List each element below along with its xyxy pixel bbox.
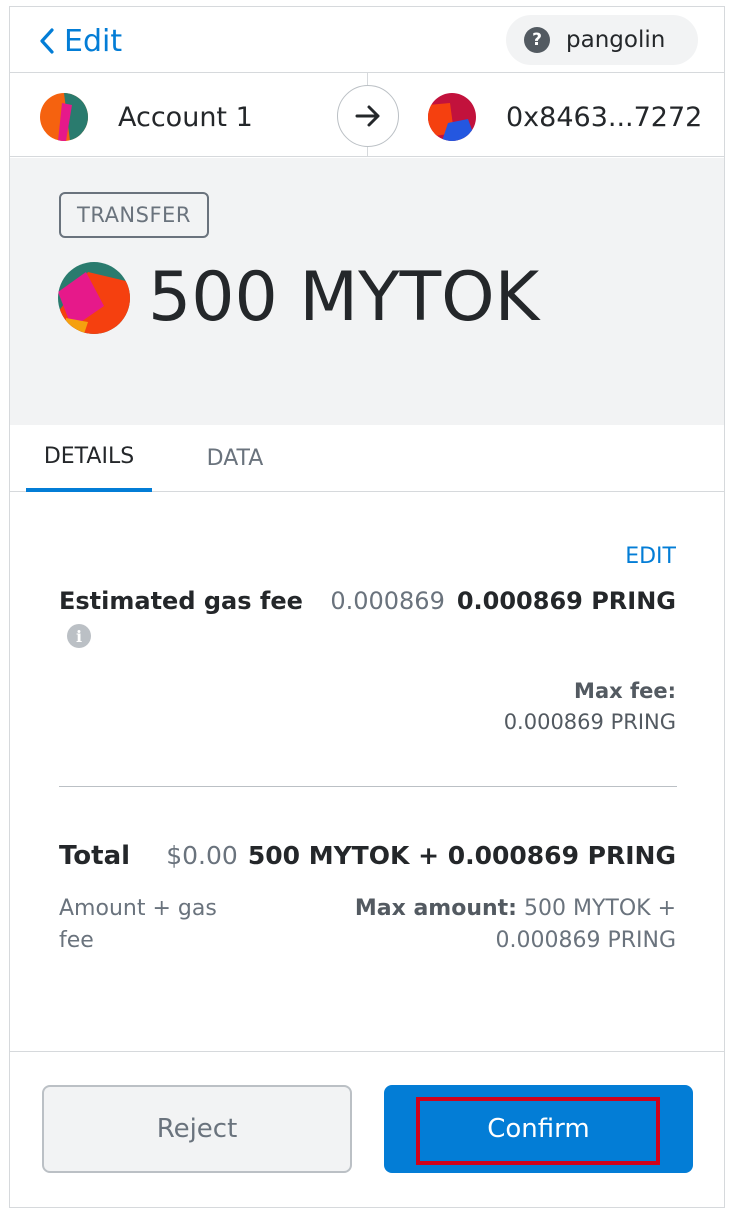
transfer-amount: 500 MYTOK bbox=[148, 258, 540, 337]
recipient-identicon bbox=[428, 93, 476, 141]
estimated-gas-fee-label: Estimated gas fee bbox=[59, 587, 303, 615]
footer-divider bbox=[10, 1051, 724, 1052]
network-selector[interactable]: ? pangolin bbox=[506, 15, 698, 65]
max-fee-value: 0.000869 PRING bbox=[503, 710, 676, 734]
action-badge: TRANSFER bbox=[59, 192, 209, 238]
arrow-right-icon bbox=[337, 85, 399, 147]
chevron-left-icon bbox=[40, 28, 54, 54]
max-amount: Max amount: 500 MYTOK + 0.000869 PRING bbox=[246, 893, 676, 957]
total-primary: 500 MYTOK + 0.000869 PRING bbox=[247, 841, 676, 870]
gas-fee-values: 0.000869 0.000869 PRING bbox=[330, 587, 676, 615]
edit-back-link[interactable]: Edit bbox=[36, 21, 122, 61]
sender-account[interactable]: Account 1 bbox=[40, 93, 253, 141]
confirm-button[interactable]: Confirm bbox=[384, 1085, 693, 1173]
gas-fee-primary: 0.000869 PRING bbox=[456, 587, 676, 615]
total-label: Total bbox=[59, 841, 131, 871]
confirm-transaction-window: Edit ? pangolin Account 1 0x8463...7272 … bbox=[9, 6, 725, 1208]
info-icon[interactable]: i bbox=[67, 624, 91, 648]
tab-data[interactable]: DATA bbox=[180, 425, 290, 492]
total-values: $0.00 500 MYTOK + 0.000869 PRING bbox=[166, 841, 676, 870]
details-tabs: DETAILS DATA bbox=[10, 425, 724, 492]
amount-plus-gas-label: Amount + gas fee bbox=[59, 896, 217, 953]
recipient-account[interactable]: 0x8463...7272 bbox=[428, 93, 702, 141]
reject-button[interactable]: Reject bbox=[42, 1085, 352, 1173]
sender-recipient: Account 1 0x8463...7272 bbox=[10, 73, 724, 157]
recipient-address: 0x8463...7272 bbox=[506, 101, 703, 133]
edit-gas-button[interactable]: EDIT bbox=[625, 544, 676, 569]
sender-identicon bbox=[40, 93, 88, 141]
network-name: pangolin bbox=[566, 27, 666, 53]
edit-label: Edit bbox=[64, 23, 123, 59]
token-amount-line: 500 MYTOK bbox=[58, 258, 539, 337]
confirm-label: Confirm bbox=[487, 1114, 590, 1144]
tab-details[interactable]: DETAILS bbox=[26, 425, 152, 492]
sender-name: Account 1 bbox=[118, 101, 253, 133]
transaction-summary: TRANSFER 500 MYTOK bbox=[10, 158, 724, 425]
divider bbox=[59, 786, 677, 787]
help-icon: ? bbox=[524, 27, 550, 53]
header: Edit ? pangolin bbox=[10, 7, 724, 73]
max-amount-label: Max amount: bbox=[354, 896, 517, 921]
max-fee-label: Max fee: bbox=[574, 679, 676, 703]
total-secondary: $0.00 bbox=[166, 841, 238, 870]
gas-fee-secondary: 0.000869 bbox=[330, 587, 445, 615]
token-identicon bbox=[58, 261, 130, 334]
max-amount-value: 500 MYTOK + 0.000869 PRING bbox=[495, 896, 676, 953]
